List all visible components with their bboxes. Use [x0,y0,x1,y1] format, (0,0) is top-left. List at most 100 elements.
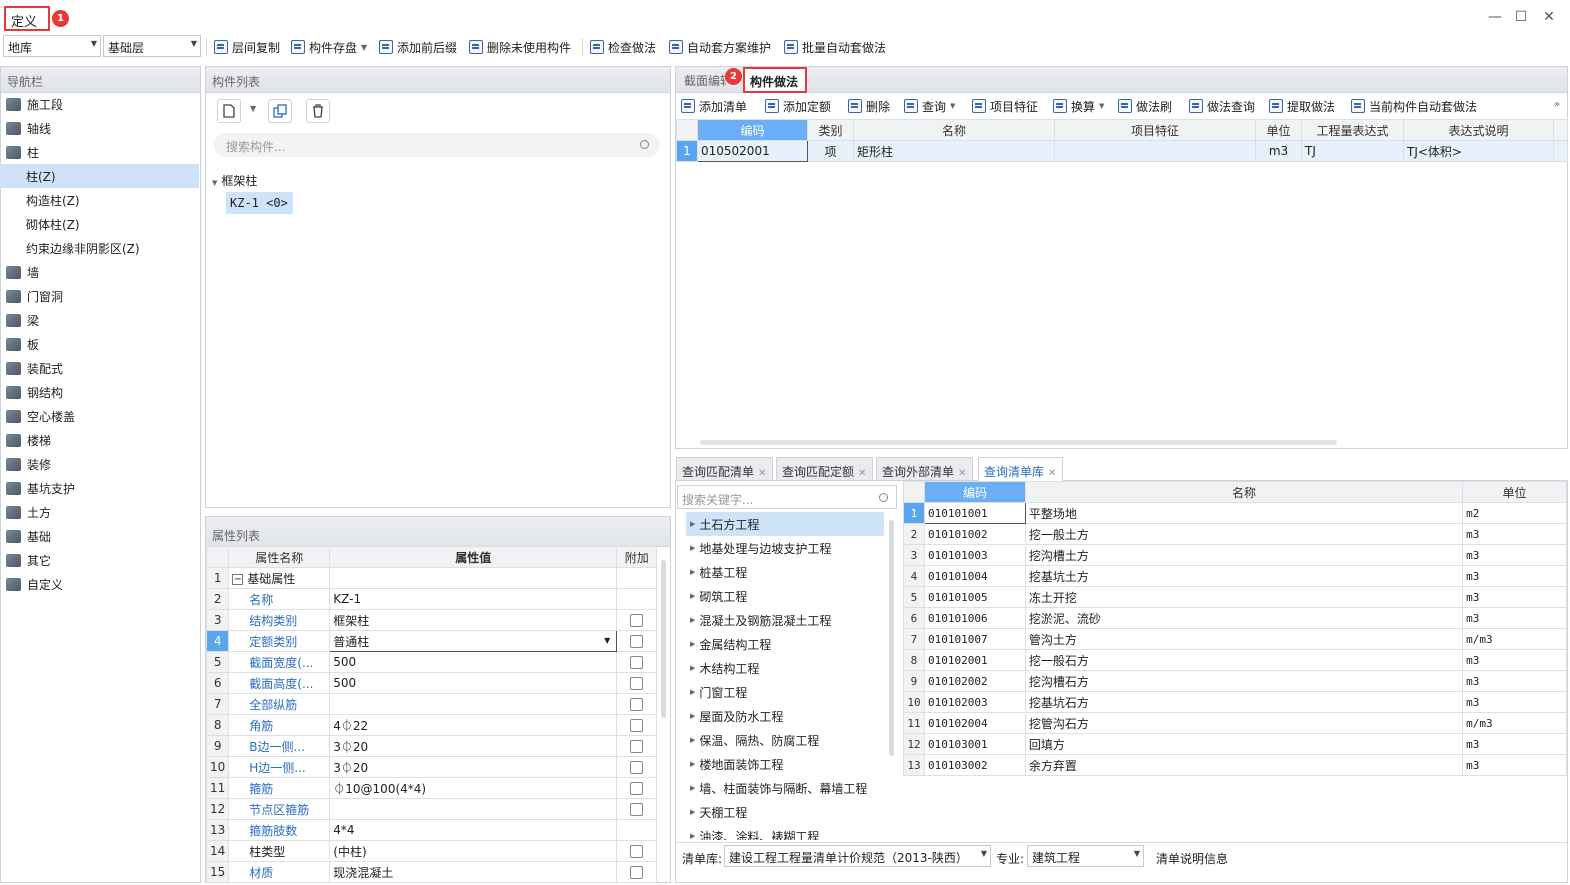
query-cell-unit[interactable]: m3 [1462,670,1567,692]
table-row[interactable]: 1 010101001 平整场地 m2 [903,502,1567,524]
prop-value[interactable]: 500 [329,651,618,673]
chevron-down-icon[interactable]: ▼ [604,636,610,645]
auto-method-current-button[interactable]: 当前构件自动套做法 [1351,96,1477,116]
table-row[interactable]: 13 010103002 余方弃置 m3 [903,754,1567,776]
sidebar-item[interactable]: 楼梯 [0,428,199,452]
extra-checkbox[interactable] [630,866,644,879]
save-component-button[interactable]: 构件存盘 ▼ [291,37,367,57]
table-row[interactable]: 15 材质 现浇混凝土 [205,861,658,883]
query-cell-unit[interactable]: m3 [1462,586,1567,608]
query-cell-unit[interactable]: m3 [1462,691,1567,713]
prop-value[interactable]: ⏀10@100(4*4) [329,777,618,799]
tree-item[interactable]: ▶ 墙、柱面装饰与隔断、幕墙工程 [686,776,886,800]
sidebar-item[interactable]: 墙 [0,260,199,284]
extra-checkbox[interactable] [630,677,644,690]
sidebar-item[interactable]: 装修 [0,452,199,476]
sidebar-item[interactable]: 门窗洞 [0,284,199,308]
copy-between-floors-button[interactable]: 层间复制 [214,37,280,57]
tree-item[interactable]: ▶ 地基处理与边坡支护工程 [686,536,886,560]
close-icon[interactable]: ✕ [958,468,966,479]
new-component-button[interactable] [217,99,241,123]
query-cell-name[interactable]: 余方弃置 [1024,754,1464,776]
extract-method-button[interactable]: 提取做法 [1269,96,1335,116]
copy-component-button[interactable] [268,99,292,123]
table-row[interactable]: 1 010502001 项 矩形柱 m3 TJ TJ<体积> [676,140,1568,162]
auto-scheme-button[interactable]: 自动套方案维护 [669,37,771,57]
query-tab[interactable]: 查询匹配清单 ✕ [676,457,774,481]
query-cell-name[interactable]: 挖淤泥、流砂 [1024,607,1464,629]
method-cell-category[interactable]: 项 [807,140,854,162]
add-prefix-suffix-button[interactable]: 添加前后缀 [379,37,457,57]
close-button[interactable]: ✕ [1540,8,1558,26]
tree-item[interactable]: ▶ 屋面及防水工程 [686,704,886,728]
sidebar-item[interactable]: 其它 [0,548,199,572]
extra-checkbox[interactable] [630,614,644,627]
layer-combo[interactable]: 基础层 ▼ [103,35,201,57]
table-row[interactable]: 13 箍筋肢数 4*4 [205,819,658,841]
query-tab[interactable]: 查询匹配定额 ✕ [776,457,874,481]
query-cell-unit[interactable]: m2 [1462,502,1567,524]
tree-item[interactable]: ▶ 土石方工程 [686,512,884,536]
prop-value[interactable]: 4⏀22 [329,714,618,736]
item-feature-button[interactable]: 项目特征 [972,96,1038,116]
table-row[interactable]: 8 010102001 挖一般石方 m3 [903,649,1567,671]
prop-value[interactable]: 现浇混凝土 [329,861,618,883]
query-cell-code[interactable]: 010101005 [923,586,1026,608]
query-cell-name[interactable]: 冻土开挖 [1024,586,1464,608]
prop-value[interactable]: (中柱) [329,840,618,862]
table-row[interactable]: 7 010101007 管沟土方 m/m3 [903,628,1567,650]
query-cell-unit[interactable]: m3 [1462,565,1567,587]
table-row[interactable]: 9 010102002 挖沟槽石方 m3 [903,670,1567,692]
table-row[interactable]: 5 010101005 冻土开挖 m3 [903,586,1567,608]
prop-value[interactable]: 3⏀20 [329,756,618,778]
method-cell-code[interactable]: 010502001 [697,140,808,162]
query-cell-name[interactable]: 挖沟槽土方 [1024,544,1464,566]
query-cell-unit[interactable]: m3 [1462,733,1567,755]
table-row[interactable]: 5 截面宽度(... 500 [205,651,658,673]
query-cell-code[interactable]: 010101004 [923,565,1026,587]
tree-group-frame-column[interactable]: ▼ 框架柱 [212,172,257,189]
sidebar-item[interactable]: 施工段 [0,92,199,116]
query-cell-code[interactable]: 010102004 [923,712,1026,734]
table-row[interactable]: 4 010101004 挖基坑土方 m3 [903,565,1567,587]
table-row[interactable]: 11 010102004 挖管沟石方 m/m3 [903,712,1567,734]
close-icon[interactable]: ✕ [1048,468,1056,479]
chevron-down-icon[interactable]: ▼ [250,104,256,113]
collapse-icon[interactable]: − [232,573,244,585]
query-cell-unit[interactable]: m/m3 [1462,712,1567,734]
prop-value[interactable]: 500 [329,672,618,694]
query-cell-name[interactable]: 回填方 [1024,733,1464,755]
close-icon[interactable]: ✕ [858,468,866,479]
sidebar-item[interactable]: 柱(Z) [0,164,199,188]
prop-value[interactable]: KZ-1 [329,588,618,610]
tree-item[interactable]: ▶ 桩基工程 [686,560,886,584]
query-cell-name[interactable]: 挖基坑土方 [1024,565,1464,587]
method-brush-button[interactable]: 做法刷 [1118,96,1172,116]
method-cell-desc[interactable]: TJ<体积> [1403,140,1554,162]
query-cell-code[interactable]: 010101007 [923,628,1026,650]
table-row[interactable]: 12 节点区箍筋 [205,798,658,820]
query-cell-code[interactable]: 010103001 [923,733,1026,755]
tab-section-edit[interactable]: 截面编辑 [684,72,726,89]
extra-checkbox[interactable] [630,719,644,732]
prop-value[interactable]: 4*4 [329,819,618,841]
table-row[interactable]: 10 010102003 挖基坑石方 m3 [903,691,1567,713]
floor-combo[interactable]: 地库 ▼ [3,35,101,57]
query-search-input[interactable]: 搜索关键字... [677,485,897,509]
add-quota-button[interactable]: 添加定额 [765,96,831,116]
table-row[interactable]: 9 B边一侧... 3⏀20 [205,735,658,757]
query-button[interactable]: 查询 ▼ [904,96,955,116]
table-row[interactable]: 11 箍筋 ⏀10@100(4*4) [205,777,658,799]
query-cell-code[interactable]: 010101002 [923,523,1026,545]
tree-scrollbar[interactable] [889,520,894,756]
query-cell-code[interactable]: 010101001 [923,502,1026,524]
prop-value[interactable]: 3⏀20 [329,735,618,757]
sidebar-item[interactable]: 构造柱(Z) [0,188,199,212]
query-cell-unit[interactable]: m3 [1462,523,1567,545]
sidebar-item[interactable]: 砌体柱(Z) [0,212,199,236]
query-cell-name[interactable]: 挖一般石方 [1024,649,1464,671]
table-row[interactable]: 7 全部纵筋 [205,693,658,715]
delete-component-button[interactable] [306,99,330,123]
prop-value[interactable]: 普通柱 ▼ [329,630,618,652]
toolbar-overflow-icon[interactable]: » [1554,99,1560,110]
